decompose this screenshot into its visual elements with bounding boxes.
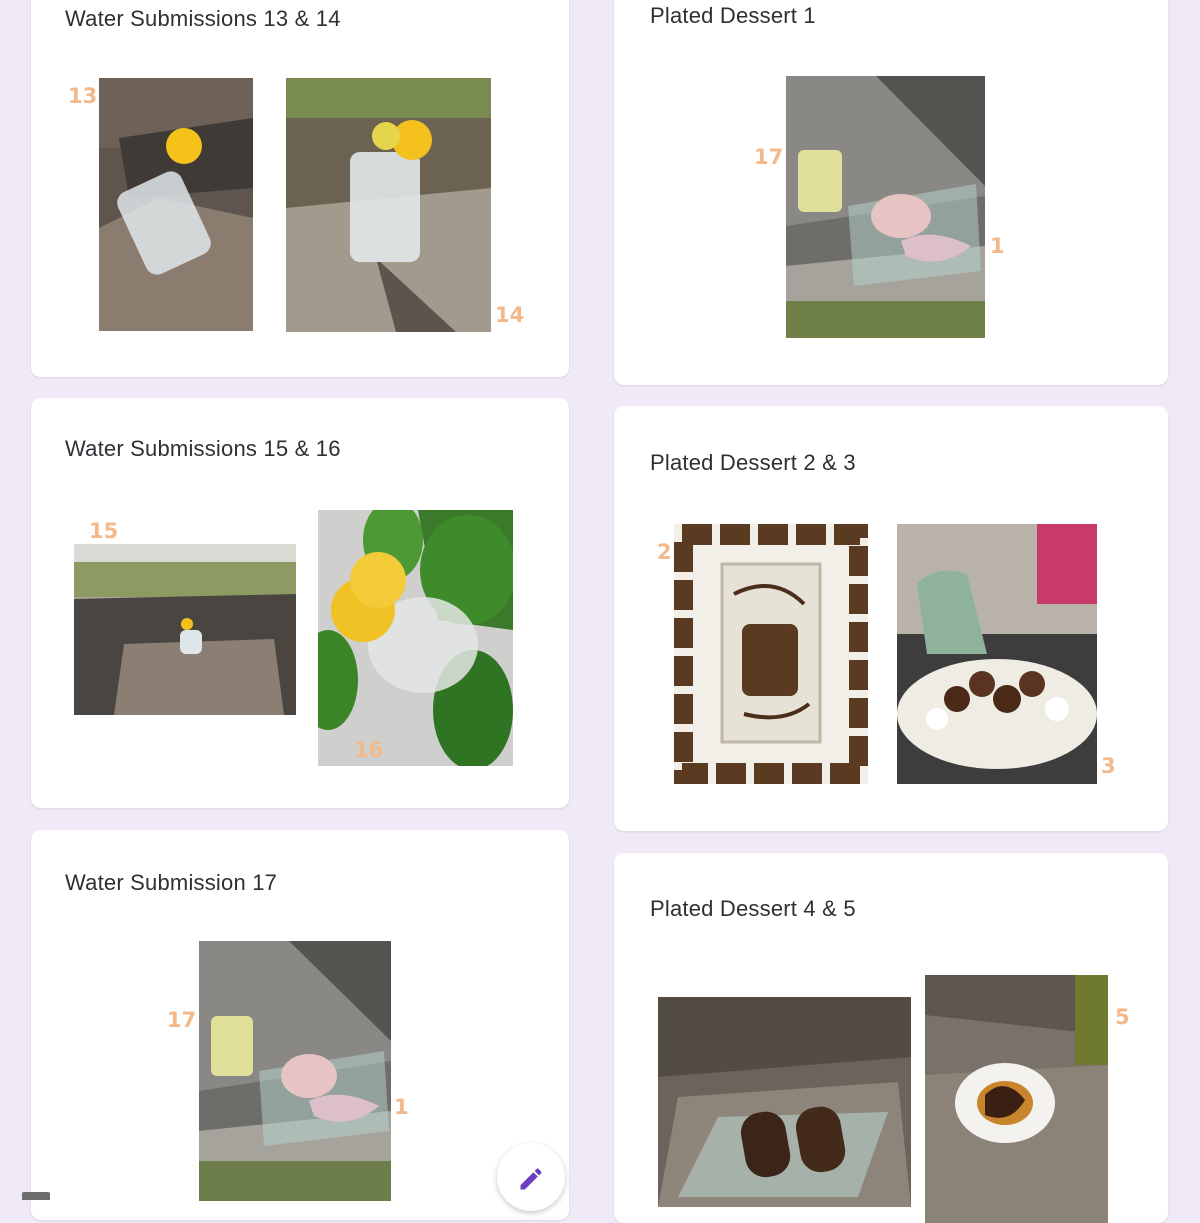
card-title: Water Submissions 15 & 16: [65, 436, 341, 461]
photo-number-label: 16: [354, 738, 384, 762]
card-water-submission-17[interactable]: Water Submission 17 17 1: [31, 830, 569, 1220]
card-title: Water Submissions 13 & 14: [65, 6, 341, 31]
photo-water-17[interactable]: [199, 941, 391, 1201]
photo-dessert-4[interactable]: [658, 997, 911, 1207]
photo-number-label: 15: [89, 519, 119, 543]
card-title: Plated Dessert 2 & 3: [650, 450, 856, 475]
card-plated-dessert-2-3[interactable]: Plated Dessert 2 & 3 2 3: [614, 406, 1168, 831]
card-title: Plated Dessert 1: [650, 3, 816, 28]
photo-water-15[interactable]: [74, 544, 296, 715]
photo-number-label: 17: [167, 1008, 197, 1032]
card-plated-dessert-4-5[interactable]: Plated Dessert 4 & 5 5: [614, 853, 1168, 1223]
card-title: Plated Dessert 4 & 5: [650, 896, 856, 921]
photo-dessert-1[interactable]: [786, 76, 985, 338]
photo-water-13[interactable]: [99, 78, 253, 331]
photo-number-label: 1: [990, 234, 1005, 258]
corner-handle: [22, 1192, 50, 1200]
photo-water-14[interactable]: [286, 78, 491, 332]
photo-dessert-3[interactable]: [897, 524, 1097, 784]
photo-number-label: 1: [394, 1095, 409, 1119]
photo-dessert-2[interactable]: [674, 524, 868, 784]
photo-number-label: 2: [657, 540, 672, 564]
photo-number-label: 3: [1101, 754, 1116, 778]
photo-dessert-5[interactable]: [925, 975, 1108, 1223]
card-water-submissions-13-14[interactable]: Water Submissions 13 & 14 13 14: [31, 0, 569, 377]
photo-number-label: 13: [68, 84, 98, 108]
photo-number-label: 5: [1115, 1005, 1130, 1029]
photo-number-label: 17: [754, 145, 784, 169]
card-title: Water Submission 17: [65, 870, 278, 895]
edit-fab-button[interactable]: [497, 1143, 565, 1211]
photo-number-label: 14: [495, 303, 525, 327]
card-water-submissions-15-16[interactable]: Water Submissions 15 & 16 15 16: [31, 398, 569, 808]
card-plated-dessert-1[interactable]: Plated Dessert 1 17 1: [614, 0, 1168, 385]
photo-water-16[interactable]: [318, 510, 513, 766]
